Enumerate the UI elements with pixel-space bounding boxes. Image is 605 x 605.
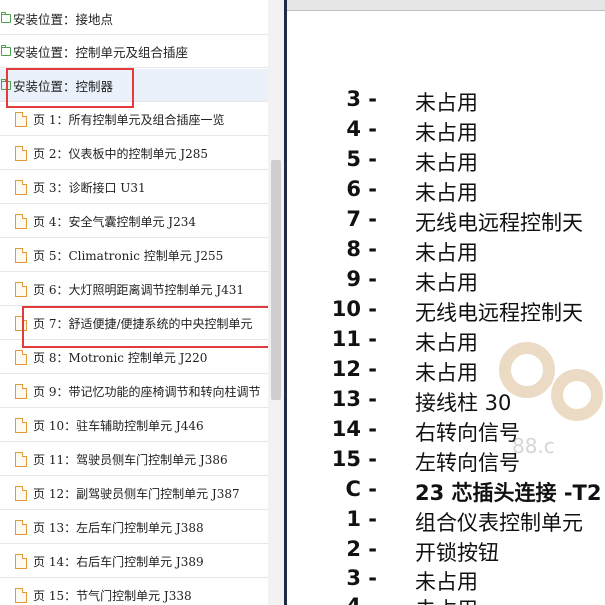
tree-page-item[interactable]: 页 4：安全气囊控制单元 J234	[0, 205, 268, 238]
document-icon	[15, 282, 27, 297]
folder-icon	[1, 45, 11, 56]
document-icon	[15, 214, 27, 229]
pin-description: 未占用	[415, 151, 478, 175]
pin-number: 15 -	[331, 447, 377, 471]
highlight-box-page-7	[22, 306, 268, 348]
connector-heading-letter: C -	[345, 477, 377, 501]
pin-description: 组合仪表控制单元	[415, 511, 583, 535]
pin-number: 7 -	[346, 207, 377, 231]
scrollbar-thumb[interactable]	[271, 160, 281, 400]
pin-number: 4 -	[346, 594, 377, 605]
pin-number: 8 -	[346, 237, 377, 261]
pin-description: 未占用	[415, 271, 478, 295]
pin-description: 右转向信号	[415, 421, 520, 445]
tree-page-item[interactable]: 页 10：驻车辅助控制单元 J446	[0, 409, 268, 442]
viewer-toolbar-strip	[287, 0, 605, 11]
pin-number: 13 -	[331, 387, 377, 411]
pin-description: 开锁按钮	[415, 541, 499, 565]
pin-description: 未占用	[415, 361, 478, 385]
pin-number: 5 -	[346, 147, 377, 171]
pin-number: 1 -	[346, 507, 377, 531]
folder-icon	[1, 12, 11, 23]
sidebar-tree: 安装位置：接地点 安装位置：控制单元及组合插座 安装位置：控制器 页 1：所有控…	[0, 0, 268, 605]
document-icon	[15, 554, 27, 569]
pin-description: 未占用	[415, 181, 478, 205]
tree-page-item[interactable]: 页 5：Climatronic 控制单元 J255	[0, 239, 268, 272]
tree-page-item[interactable]: 页 6：大灯照明距离调节控制单元 J431	[0, 273, 268, 306]
tree-page-item[interactable]: 页 12：副驾驶员侧车门控制单元 J387	[0, 477, 268, 510]
document-icon	[15, 248, 27, 263]
pin-description: 未占用	[415, 121, 478, 145]
pin-description: 未占用	[415, 91, 478, 115]
tree-page-item[interactable]: 页 11：驾驶员侧车门控制单元 J386	[0, 443, 268, 476]
pin-number: 10 -	[331, 297, 377, 321]
tree-page-item[interactable]: 页 9：带记忆功能的座椅调节和转向柱调节	[0, 375, 268, 408]
pin-description: 未占用	[415, 570, 478, 594]
document-viewer: 3 - 未占用 4 - 未占用 5 - 未占用 6 - 未占用 7 - 无线电远…	[287, 0, 605, 605]
document-icon	[15, 146, 27, 161]
pin-number: 3 -	[346, 566, 377, 590]
pin-number: 9 -	[346, 267, 377, 291]
pin-description: 无线电远程控制天	[415, 211, 583, 235]
pin-description: 未占用	[415, 594, 478, 605]
pin-number: 3 -	[346, 87, 377, 111]
pin-description: 未占用	[415, 331, 478, 355]
document-icon	[15, 384, 27, 399]
document-icon	[15, 350, 27, 365]
pin-description: 未占用	[415, 241, 478, 265]
pin-description: 左转向信号	[415, 451, 520, 475]
pin-number: 4 -	[346, 117, 377, 141]
pin-description: 无线电远程控制天	[415, 301, 583, 325]
pin-number: 11 -	[331, 327, 377, 351]
document-icon	[15, 588, 27, 603]
tree-section-control-units[interactable]: 安装位置：控制单元及组合插座	[0, 35, 268, 68]
highlight-box-controllers	[6, 68, 134, 108]
tree-page-item[interactable]: 页 2：仪表板中的控制单元 J285	[0, 137, 268, 170]
pin-number: 6 -	[346, 177, 377, 201]
tree-page-item[interactable]: 页 13：左后车门控制单元 J388	[0, 511, 268, 544]
pin-number: 14 -	[331, 417, 377, 441]
tree-page-item[interactable]: 页 15：节气门控制单元 J338	[0, 579, 268, 605]
document-icon	[15, 180, 27, 195]
pin-description: 接线柱 30	[415, 391, 512, 415]
document-icon	[15, 418, 27, 433]
tree-page-item[interactable]: 页 14：右后车门控制单元 J389	[0, 545, 268, 578]
document-icon	[15, 452, 27, 467]
document-icon	[15, 486, 27, 501]
sidebar-scrollbar[interactable]	[268, 0, 284, 605]
pin-number: 2 -	[346, 537, 377, 561]
tree-page-item[interactable]: 页 3：诊断接口 U31	[0, 171, 268, 204]
pin-number: 12 -	[331, 357, 377, 381]
connector-heading-text: 23 芯插头连接 -T2	[415, 481, 602, 505]
document-icon	[15, 112, 27, 127]
document-icon	[15, 520, 27, 535]
tree-section-grounding[interactable]: 安装位置：接地点	[0, 2, 268, 35]
